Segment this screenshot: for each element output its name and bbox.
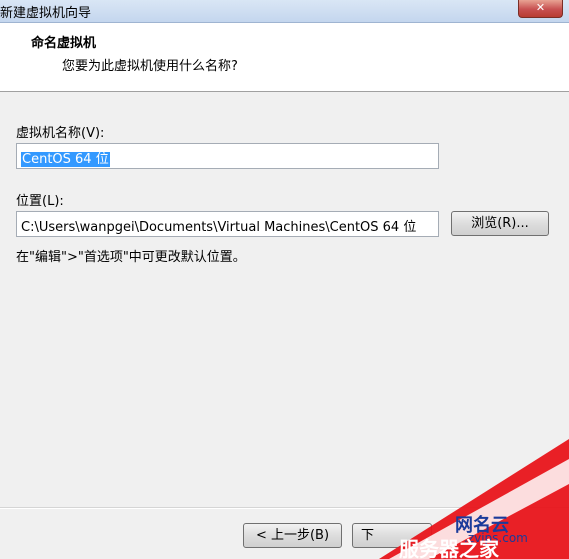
page-title: 命名虚拟机 [31, 36, 97, 51]
browse-button[interactable]: 浏览(R)... [451, 211, 549, 236]
vm-name-label: 虚拟机名称(V): [16, 126, 105, 141]
close-icon: ✕ [535, 1, 546, 14]
vm-name-value: CentOS 64 位 [21, 152, 110, 167]
location-value: C:\Users\wanpgei\Documents\Virtual Machi… [21, 220, 417, 235]
watermark-logo: 网名云 .zvips.com 服务器之家 [369, 439, 569, 559]
vm-name-input[interactable]: CentOS 64 位 [16, 143, 439, 169]
location-input[interactable]: C:\Users\wanpgei\Documents\Virtual Machi… [16, 211, 439, 237]
location-label: 位置(L): [16, 194, 64, 209]
title-bar: 新建虚拟机向导 ✕ [0, 0, 569, 23]
wizard-header: 命名虚拟机 您要为此虚拟机使用什么名称? [0, 23, 569, 92]
watermark-text-2: 服务器之家 [399, 537, 500, 559]
close-button[interactable]: ✕ [518, 0, 563, 18]
location-hint: 在"编辑">"首选项"中可更改默认位置。 [16, 250, 246, 265]
page-subtitle: 您要为此虚拟机使用什么名称? [62, 59, 238, 74]
window-title: 新建虚拟机向导 [0, 6, 92, 21]
back-button[interactable]: < 上一步(B) [243, 523, 342, 548]
